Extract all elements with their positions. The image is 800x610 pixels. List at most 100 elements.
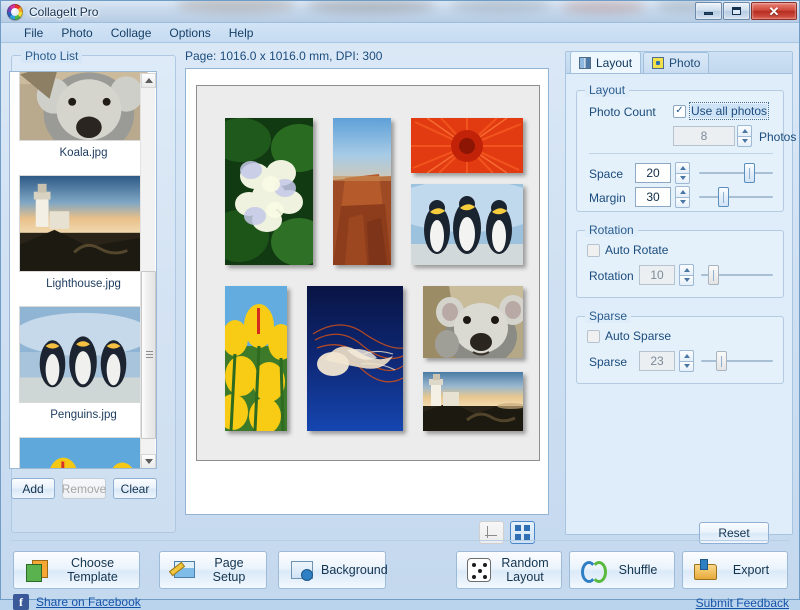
photo-count-label: Photo Count — [589, 105, 656, 119]
fit-to-window-icon — [515, 525, 530, 540]
collage-photo-penguins[interactable] — [411, 184, 523, 265]
collage-photo-koala[interactable] — [423, 286, 523, 358]
list-item-label: Lighthouse.jpg — [46, 278, 121, 290]
slider-knob[interactable] — [744, 163, 755, 183]
collage-photo-lighthouse[interactable] — [423, 372, 523, 431]
maximize-button[interactable] — [723, 2, 750, 20]
list-item[interactable]: Lighthouse.jpg — [18, 175, 149, 306]
rotation-slider[interactable] — [701, 264, 773, 286]
facebook-icon: f — [13, 594, 29, 610]
collage-photo-chrysanthemum[interactable] — [411, 118, 523, 173]
page-info-label: Page: 1016.0 x 1016.0 mm, DPI: 300 — [185, 49, 382, 63]
slider-knob[interactable] — [708, 265, 719, 285]
rotation-group-title: Rotation — [585, 223, 638, 237]
tab-layout[interactable]: Layout — [570, 51, 641, 73]
choose-template-button[interactable]: Choose Template — [13, 551, 140, 589]
slider-knob[interactable] — [716, 351, 727, 371]
photo-count-spinner[interactable] — [737, 125, 752, 147]
list-item[interactable]: Koala.jpg — [18, 71, 149, 175]
menu-photo[interactable]: Photo — [52, 24, 101, 42]
collage-photo-desert[interactable] — [333, 118, 391, 265]
menu-help[interactable]: Help — [220, 24, 263, 42]
photo-list-scrollbar[interactable] — [140, 73, 155, 469]
minimize-button[interactable] — [695, 2, 722, 20]
random-layout-label: Random Layout — [499, 556, 561, 584]
remove-photo-button[interactable]: Remove — [62, 478, 106, 499]
scroll-down-button[interactable] — [141, 454, 156, 469]
list-item-label: Penguins.jpg — [50, 409, 117, 421]
slider-track — [699, 196, 773, 198]
list-item[interactable]: Tulips.jpg — [18, 437, 149, 469]
photo-thumbnail-penguins — [19, 306, 148, 403]
submit-feedback-link[interactable]: Submit Feedback — [696, 596, 789, 610]
settings-tabstrip: Layout Photo — [566, 52, 792, 74]
facebook-share[interactable]: f Share on Facebook — [13, 594, 141, 610]
auto-sparse-checkbox[interactable]: Auto Sparse — [587, 329, 671, 343]
menu-file[interactable]: File — [15, 24, 52, 42]
rotation-group: Rotation Auto Rotate Rotation 10 — [576, 230, 784, 298]
collage-photo-tulips[interactable] — [225, 286, 287, 431]
spinner-up-icon[interactable] — [675, 162, 690, 173]
menu-collage[interactable]: Collage — [102, 24, 161, 42]
menu-bar: File Photo Collage Options Help — [1, 23, 799, 43]
spinner-down-icon[interactable] — [675, 197, 690, 209]
shuffle-label: Shuffle — [612, 563, 674, 577]
add-photo-button[interactable]: Add — [11, 478, 55, 499]
sparse-slider[interactable] — [701, 350, 773, 372]
margin-slider[interactable] — [699, 186, 773, 208]
window-title: CollageIt Pro — [29, 5, 98, 19]
auto-rotate-label: Auto Rotate — [605, 243, 668, 257]
collage-photo-hydrangeas[interactable] — [225, 118, 313, 265]
slider-track — [699, 172, 773, 174]
photo-list-box[interactable]: Koala.jpg — [9, 71, 157, 469]
space-spinner[interactable] — [675, 162, 690, 184]
glass-blur-artifact — [306, 1, 436, 13]
menu-options[interactable]: Options — [160, 24, 219, 42]
space-label: Space — [589, 167, 623, 181]
close-button[interactable]: ✕ — [751, 2, 797, 20]
spinner-down-icon[interactable] — [679, 361, 694, 373]
page-setup-label: Page Setup — [202, 556, 266, 584]
margin-spinner[interactable] — [675, 186, 690, 208]
page-setup-button[interactable]: Page Setup — [159, 551, 267, 589]
list-item-label: Koala.jpg — [60, 147, 108, 159]
rotation-spinner[interactable] — [679, 264, 694, 286]
shuffle-button[interactable]: Shuffle — [569, 551, 675, 589]
scrollbar-thumb[interactable] — [141, 271, 156, 439]
spinner-up-icon[interactable] — [737, 125, 752, 136]
layout-group-title: Layout — [585, 83, 629, 97]
tab-photo[interactable]: Photo — [643, 52, 709, 73]
photos-unit-label: Photos — [759, 130, 796, 144]
checkbox-checked-icon: ✓ — [673, 105, 686, 118]
spinner-up-icon[interactable] — [679, 264, 694, 275]
slider-track — [701, 360, 773, 362]
spinner-up-icon[interactable] — [675, 186, 690, 197]
spinner-up-icon[interactable] — [679, 350, 694, 361]
slider-knob[interactable] — [718, 187, 729, 207]
clear-photos-button[interactable]: Clear — [113, 478, 157, 499]
collage-preview-canvas[interactable] — [185, 68, 549, 515]
share-on-facebook-link[interactable]: Share on Facebook — [36, 595, 141, 609]
auto-rotate-checkbox[interactable]: Auto Rotate — [587, 243, 668, 257]
rotation-label: Rotation — [589, 269, 634, 283]
sparse-input[interactable]: 23 — [639, 351, 675, 371]
collage-photo-jellyfish[interactable] — [307, 286, 403, 431]
background-button[interactable]: Background — [278, 551, 386, 589]
random-layout-button[interactable]: Random Layout — [456, 551, 562, 589]
spinner-down-icon[interactable] — [737, 136, 752, 148]
tab-photo-label: Photo — [669, 56, 700, 70]
list-item[interactable]: Penguins.jpg — [18, 306, 149, 437]
rotation-input[interactable]: 10 — [639, 265, 675, 285]
layout-divider — [589, 153, 773, 154]
photo-count-input[interactable]: 8 — [673, 126, 735, 146]
space-slider[interactable] — [699, 162, 773, 184]
background-label: Background — [321, 563, 398, 577]
spinner-down-icon[interactable] — [675, 173, 690, 185]
use-all-photos-checkbox[interactable]: ✓ Use all photos — [673, 104, 767, 118]
margin-input[interactable]: 30 — [635, 187, 671, 207]
space-input[interactable]: 20 — [635, 163, 671, 183]
spinner-down-icon[interactable] — [679, 275, 694, 287]
sparse-spinner[interactable] — [679, 350, 694, 372]
scroll-up-button[interactable] — [141, 73, 156, 88]
export-button[interactable]: Export — [682, 551, 788, 589]
